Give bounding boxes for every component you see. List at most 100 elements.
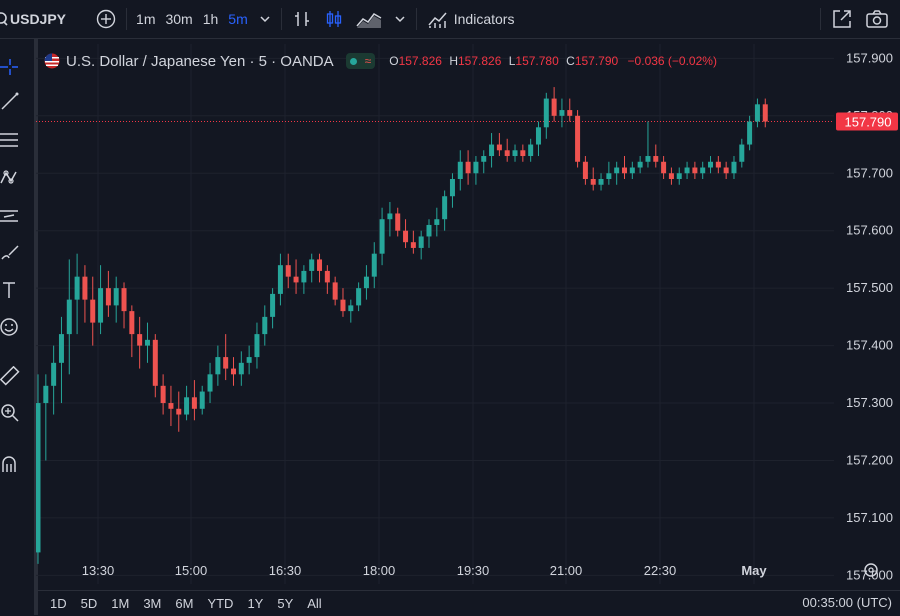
- utc-clock[interactable]: 00:35:00 (UTC): [802, 595, 892, 610]
- range-5y[interactable]: 5Y: [270, 596, 300, 611]
- range-6m[interactable]: 6M: [168, 596, 200, 611]
- candle-body: [176, 408, 182, 415]
- area-style-button[interactable]: [350, 0, 388, 38]
- grid: [36, 44, 834, 584]
- crosshair-icon: [0, 59, 18, 75]
- range-3m[interactable]: 3M: [136, 596, 168, 611]
- candle: [191, 380, 197, 421]
- text-tool[interactable]: [0, 278, 20, 302]
- fullscreen-button[interactable]: [825, 0, 859, 38]
- range-1d[interactable]: 1D: [36, 596, 74, 611]
- candle-body: [426, 224, 432, 237]
- price-chart[interactable]: [36, 44, 834, 584]
- candle: [629, 161, 635, 179]
- time-axis[interactable]: 13:30 15:00 16:30 18:00 19:30 21:00 22:30 May: [36, 555, 834, 585]
- candle: [614, 161, 620, 185]
- screenshot-button[interactable]: [859, 0, 895, 38]
- trendline-tool[interactable]: [0, 89, 20, 113]
- candle: [528, 138, 534, 162]
- candle-body: [520, 150, 526, 157]
- candle-body: [410, 242, 416, 248]
- chevron-down-icon: [395, 16, 405, 23]
- market-status-badge[interactable]: ≈: [345, 53, 376, 69]
- chevron-down-icon: [260, 16, 270, 23]
- candle-body: [184, 397, 190, 415]
- candle: [262, 305, 268, 346]
- symbol-search[interactable]: USDJPY: [0, 0, 72, 38]
- candle: [160, 374, 166, 415]
- candle: [692, 161, 698, 179]
- measure-tool[interactable]: [0, 364, 20, 388]
- crosshair-tool[interactable]: [0, 55, 20, 79]
- range-all[interactable]: All: [300, 596, 328, 611]
- candle-body: [121, 288, 127, 312]
- axis-settings-button[interactable]: [862, 561, 882, 581]
- candle-body: [152, 339, 158, 386]
- bars-style-button[interactable]: [286, 0, 318, 38]
- range-5d[interactable]: 5D: [74, 596, 105, 611]
- candles-style-button[interactable]: [318, 0, 350, 38]
- range-1m[interactable]: 1M: [104, 596, 136, 611]
- candle-body: [238, 362, 244, 375]
- candle-body: [622, 167, 627, 174]
- candle: [66, 259, 72, 375]
- candle: [700, 161, 706, 179]
- candle-body: [317, 259, 323, 271]
- candle-body: [559, 110, 565, 116]
- candle: [371, 242, 377, 289]
- candle-body: [371, 253, 377, 277]
- candle-body: [700, 167, 706, 174]
- indicators-button[interactable]: Indicators: [421, 0, 521, 38]
- candle: [747, 115, 753, 151]
- forecast-icon: [0, 210, 18, 222]
- price-axis[interactable]: 157.900157.800157.700157.600157.500157.4…: [834, 44, 900, 584]
- interval-dropdown-button[interactable]: [253, 0, 277, 38]
- candle: [309, 253, 315, 283]
- candle-body: [363, 276, 369, 289]
- candle-body: [637, 161, 643, 168]
- candle-body: [98, 288, 104, 323]
- price-tick-label: 157.100: [846, 510, 893, 525]
- brush-tool[interactable]: [0, 241, 20, 265]
- candle: [277, 253, 283, 306]
- candle: [762, 98, 768, 128]
- legend-title[interactable]: U.S. Dollar / Japanese Yen · 5 · OANDA: [66, 53, 334, 70]
- price-tick-label: 157.900: [846, 50, 893, 65]
- time-tick-label: 21:00: [550, 563, 583, 578]
- divider: [415, 8, 417, 30]
- candle-body: [590, 179, 596, 185]
- range-1y[interactable]: 1Y: [240, 596, 270, 611]
- zoom-tool[interactable]: [0, 401, 20, 425]
- candle: [207, 362, 213, 404]
- candle-body: [442, 196, 448, 220]
- interval-1h[interactable]: 1h: [198, 0, 224, 38]
- candle: [363, 265, 369, 300]
- interval-1m[interactable]: 1m: [131, 0, 160, 38]
- range-ytd[interactable]: YTD: [200, 596, 240, 611]
- divider: [280, 8, 282, 30]
- magnet-tool[interactable]: [0, 452, 20, 476]
- close-label: C: [566, 54, 575, 68]
- candle-body: [379, 219, 385, 254]
- candle-body: [496, 144, 502, 151]
- candle-body: [160, 385, 166, 404]
- interval-30m[interactable]: 30m: [160, 0, 197, 38]
- candle-body: [277, 265, 283, 294]
- text-icon: [3, 282, 15, 298]
- fib-tool[interactable]: [0, 128, 20, 152]
- emoji-tool[interactable]: [0, 315, 20, 339]
- interval-5m[interactable]: 5m: [223, 0, 252, 38]
- pattern-tool[interactable]: [0, 166, 20, 190]
- candle-body: [82, 276, 88, 300]
- top-toolbar: USDJPY 1m 30m 1h 5m Indicators: [0, 0, 900, 39]
- candle-body: [481, 156, 487, 162]
- candle: [293, 259, 299, 294]
- time-tick-label: 22:30: [644, 563, 677, 578]
- candle-body: [324, 270, 330, 283]
- candle: [535, 121, 541, 157]
- candle-body: [301, 270, 307, 283]
- forecast-tool[interactable]: [0, 204, 20, 228]
- candle: [90, 276, 96, 346]
- chart-type-dropdown-button[interactable]: [388, 0, 412, 38]
- add-symbol-button[interactable]: [90, 0, 122, 38]
